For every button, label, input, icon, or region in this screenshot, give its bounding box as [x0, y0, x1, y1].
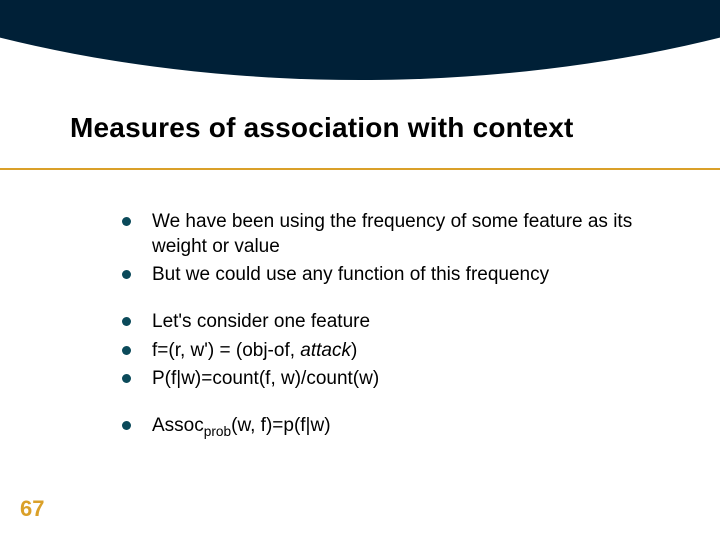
slide-content: We have been using the frequency of some… [120, 210, 670, 445]
list-item: f=(r, w') = (obj-of, attack) [120, 339, 670, 364]
bullet-text-pre: f=(r, w') = (obj-of, [152, 340, 300, 361]
bullet-text-pre: Assoc [152, 415, 204, 436]
bullet-text: But we could use any function of this fr… [152, 264, 549, 285]
bullet-text: We have been using the frequency of some… [152, 211, 632, 257]
bullet-text-post: ) [351, 340, 357, 361]
bullet-list: Assocprob(w, f)=p(f|w) [120, 414, 670, 441]
list-item: Assocprob(w, f)=p(f|w) [120, 414, 670, 441]
slide-title: Measures of association with context [70, 112, 574, 144]
header-arc [0, 0, 720, 80]
list-item: P(f|w)=count(f, w)/count(w) [120, 367, 670, 392]
list-item: But we could use any function of this fr… [120, 263, 670, 288]
accent-line [0, 168, 720, 170]
bullet-text: Let's consider one feature [152, 311, 370, 332]
bullet-text: P(f|w)=count(f, w)/count(w) [152, 368, 379, 389]
list-item: Let's consider one feature [120, 310, 670, 335]
bullet-list: We have been using the frequency of some… [120, 210, 670, 288]
bullet-text-post: (w, f)=p(f|w) [231, 415, 330, 436]
page-number: 67 [20, 496, 44, 522]
bullet-text-sub: prob [204, 424, 231, 439]
bullet-text-italic: attack [300, 340, 351, 361]
bullet-list: Let's consider one feature f=(r, w') = (… [120, 310, 670, 392]
list-item: We have been using the frequency of some… [120, 210, 670, 259]
